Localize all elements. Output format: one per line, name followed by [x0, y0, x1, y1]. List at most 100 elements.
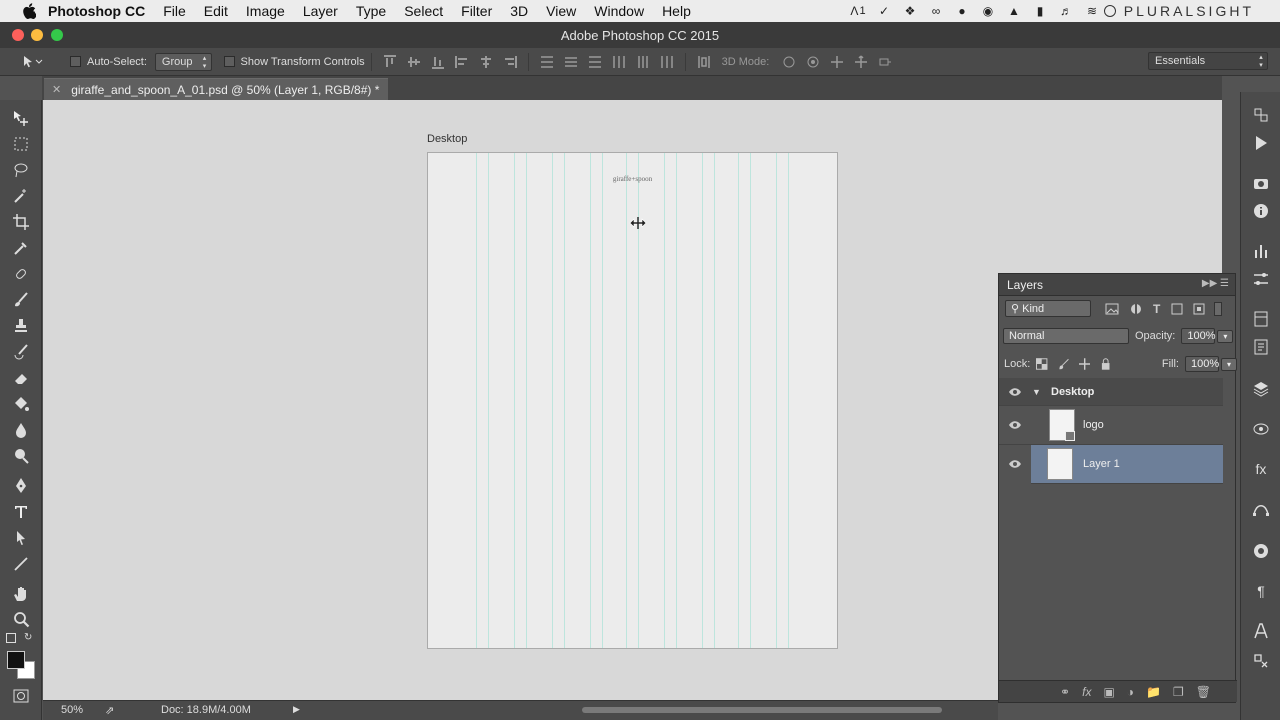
- visibility-eye-icon[interactable]: [1008, 387, 1022, 397]
- visibility-eye-icon[interactable]: [1008, 420, 1022, 430]
- info-panel-icon[interactable]: [1252, 202, 1270, 220]
- pen-tool-icon[interactable]: [11, 476, 31, 496]
- clone-stamp-tool-icon[interactable]: [11, 316, 31, 336]
- align-right-icon[interactable]: [503, 55, 517, 69]
- quick-mask-icon[interactable]: [11, 686, 31, 706]
- 3d-slide-icon[interactable]: [854, 54, 868, 69]
- share-icon[interactable]: ⇗: [105, 704, 114, 717]
- battery-icon[interactable]: ▮: [1032, 4, 1048, 18]
- paragraph-panel-icon[interactable]: ¶: [1252, 582, 1270, 600]
- move-tool-icon[interactable]: [11, 108, 31, 128]
- auto-select-dropdown[interactable]: Group: [154, 52, 212, 71]
- auto-select-checkbox[interactable]: [70, 56, 81, 67]
- menu-layer[interactable]: Layer: [303, 3, 338, 19]
- adobe-icon[interactable]: Λ1: [850, 4, 866, 18]
- menu-edit[interactable]: Edit: [204, 3, 228, 19]
- 3d-pan-icon[interactable]: [830, 55, 844, 69]
- menu-select[interactable]: Select: [404, 3, 443, 19]
- brush-presets-panel-icon[interactable]: [1252, 242, 1270, 260]
- notes-panel-icon[interactable]: [1252, 338, 1270, 356]
- filter-shape-icon[interactable]: [1170, 303, 1184, 315]
- blur-tool-icon[interactable]: [11, 420, 31, 440]
- align-vertical-center-icon[interactable]: [407, 55, 421, 69]
- auto-align-layers-icon[interactable]: [697, 55, 711, 69]
- lock-transparent-icon[interactable]: [1036, 358, 1048, 370]
- swap-colors-icon[interactable]: ↻: [24, 632, 32, 643]
- logo-text[interactable]: giraffe+spoon: [428, 175, 837, 183]
- app-menu[interactable]: Photoshop CC: [48, 3, 145, 19]
- distribute-horizontal-center-icon[interactable]: [636, 55, 650, 69]
- opacity-slider-toggle[interactable]: ▾: [1217, 329, 1234, 343]
- menu-view[interactable]: View: [546, 3, 576, 19]
- lock-position-icon[interactable]: [1079, 358, 1091, 370]
- close-tab-icon[interactable]: ✕: [52, 83, 61, 96]
- menu-file[interactable]: File: [163, 3, 186, 19]
- default-colors-icon[interactable]: [6, 633, 16, 643]
- align-left-icon[interactable]: [454, 55, 469, 69]
- minimize-window-button[interactable]: [31, 29, 43, 41]
- status-menu-arrow-icon[interactable]: ▶: [293, 704, 300, 715]
- opacity-input[interactable]: 100%: [1181, 328, 1216, 344]
- styles-panel-icon[interactable]: fx: [1252, 460, 1270, 478]
- actions-panel-icon[interactable]: [1252, 134, 1270, 152]
- new-group-icon[interactable]: 📁: [1146, 685, 1161, 699]
- layers-panel-header[interactable]: Layers ▶▶ ☰: [999, 274, 1235, 296]
- move-tool-preset-icon[interactable]: [22, 55, 48, 69]
- lock-all-icon[interactable]: [1100, 358, 1111, 370]
- link-layers-icon[interactable]: ⚭: [1060, 685, 1070, 699]
- menu-help[interactable]: Help: [662, 3, 691, 19]
- workspace-dropdown[interactable]: Essentials: [1148, 52, 1268, 70]
- creative-cloud-icon[interactable]: ∞: [928, 4, 944, 18]
- brush-tool-icon[interactable]: [11, 290, 31, 310]
- filter-smart-object-icon[interactable]: [1192, 303, 1206, 315]
- check-circle-icon[interactable]: ✓: [876, 4, 892, 18]
- menu-type[interactable]: Type: [356, 3, 386, 19]
- menu-window[interactable]: Window: [594, 3, 644, 19]
- menu-filter[interactable]: Filter: [461, 3, 492, 19]
- lock-image-icon[interactable]: [1058, 358, 1069, 370]
- 3d-scale-icon[interactable]: [878, 55, 892, 69]
- fill-slider-toggle[interactable]: ▾: [1220, 357, 1237, 371]
- foreground-color-swatch[interactable]: [7, 651, 25, 669]
- layer-row-logo[interactable]: logo: [999, 406, 1223, 445]
- paths-panel-icon[interactable]: [1252, 500, 1270, 518]
- fill-input[interactable]: 100%: [1184, 356, 1219, 372]
- align-horizontal-center-icon[interactable]: [479, 55, 493, 69]
- menu-image[interactable]: Image: [246, 3, 285, 19]
- blend-mode-dropdown[interactable]: Normal: [1003, 328, 1129, 344]
- libraries-panel-icon[interactable]: [1252, 310, 1270, 328]
- new-adjustment-layer-icon[interactable]: ◑: [1127, 685, 1134, 699]
- history-brush-tool-icon[interactable]: [11, 342, 31, 362]
- eyedropper-tool-icon[interactable]: [11, 238, 31, 258]
- layer-group-desktop[interactable]: ▼ Desktop: [999, 378, 1223, 406]
- zoom-window-button[interactable]: [51, 29, 63, 41]
- distribute-right-icon[interactable]: [660, 55, 674, 69]
- group-expand-icon[interactable]: ▼: [1032, 387, 1041, 397]
- evernote-icon[interactable]: ●: [954, 4, 970, 18]
- add-mask-icon[interactable]: ▣: [1103, 685, 1114, 699]
- distribute-top-icon[interactable]: [540, 55, 554, 69]
- layers-panel-icon[interactable]: [1252, 380, 1270, 398]
- menu-3d[interactable]: 3D: [510, 3, 528, 19]
- horizontal-scrollbar[interactable]: [582, 707, 942, 713]
- github-icon[interactable]: ◉: [980, 4, 996, 18]
- layer-style-icon[interactable]: fx: [1082, 685, 1091, 699]
- line-tool-icon[interactable]: [11, 554, 31, 574]
- volume-icon[interactable]: ♬: [1058, 4, 1074, 18]
- filter-kind-dropdown[interactable]: ⚲ Kind: [1005, 300, 1091, 317]
- zoom-tool-icon[interactable]: [11, 610, 31, 630]
- dodge-tool-icon[interactable]: [11, 446, 31, 466]
- artboard-label[interactable]: Desktop: [427, 133, 467, 145]
- wifi-icon[interactable]: ≋: [1084, 4, 1100, 18]
- close-window-button[interactable]: [12, 29, 24, 41]
- filter-pixel-icon[interactable]: [1105, 303, 1119, 315]
- eraser-tool-icon[interactable]: [11, 368, 31, 388]
- distribute-left-icon[interactable]: [612, 55, 626, 69]
- channels-panel-icon[interactable]: [1252, 420, 1270, 438]
- panel-collapse-icon[interactable]: ▶▶ ☰: [1202, 278, 1229, 289]
- visibility-eye-icon[interactable]: [1008, 459, 1022, 469]
- drive-icon[interactable]: ▲: [1006, 4, 1022, 18]
- crop-tool-icon[interactable]: [11, 212, 31, 232]
- quick-selection-tool-icon[interactable]: [11, 186, 31, 206]
- path-selection-tool-icon[interactable]: [11, 528, 31, 548]
